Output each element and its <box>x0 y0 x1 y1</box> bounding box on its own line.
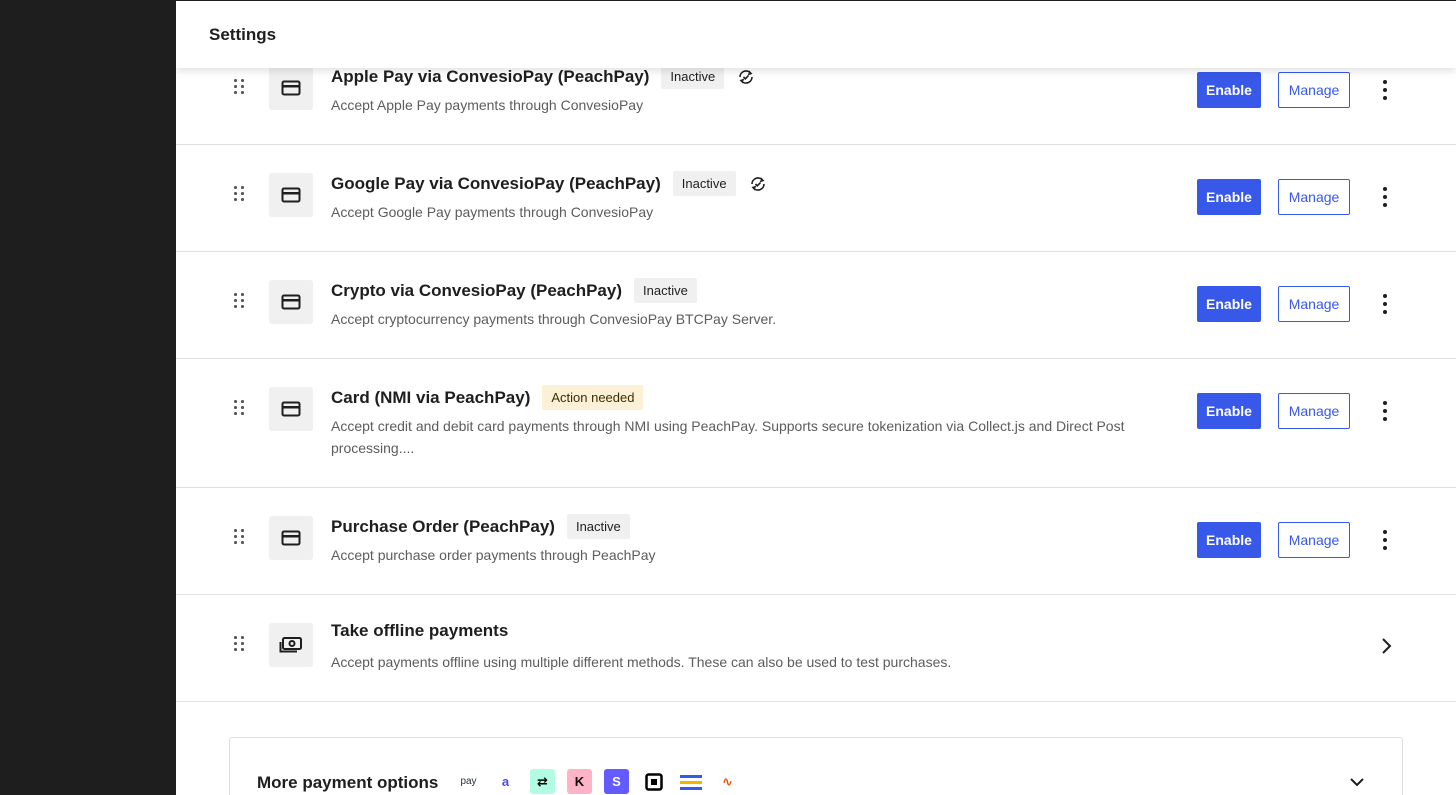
payment-method-description: Accept credit and debit card payments th… <box>331 418 1125 456</box>
settings-header: Settings <box>176 0 1456 68</box>
drag-handle-icon[interactable] <box>234 529 246 545</box>
settings-main: Settings Apple Pay via ConvesioPay (Peac… <box>176 0 1456 795</box>
offline-payments-description: Accept payments offline using multiple d… <box>331 654 952 670</box>
cash-icon <box>269 623 313 667</box>
page-title: Settings <box>209 25 277 44</box>
offline-title-line: Take offline payments <box>331 621 508 641</box>
status-badge: Inactive <box>566 514 630 539</box>
more-actions-icon[interactable] <box>1375 399 1395 423</box>
manage-button[interactable]: Manage <box>1278 522 1350 558</box>
more-actions-icon[interactable] <box>1375 78 1395 102</box>
manage-button[interactable]: Manage <box>1278 179 1350 215</box>
drag-handle-icon[interactable] <box>234 186 246 202</box>
manage-button[interactable]: Manage <box>1278 286 1350 322</box>
payment-method-description: Accept purchase order payments through P… <box>331 547 656 563</box>
more-actions-icon[interactable] <box>1375 185 1395 209</box>
payment-method-title-line: Google Pay via ConvesioPay (PeachPay) Ina… <box>331 171 768 196</box>
more-actions-icon[interactable] <box>1375 528 1395 552</box>
drag-handle-icon[interactable] <box>234 400 246 416</box>
chevron-down-icon[interactable] <box>1347 772 1367 792</box>
payment-method-row: Card (NMI via PeachPay) Action needed Acce… <box>176 359 1456 488</box>
payment-method-title-line: Card (NMI via PeachPay) Action needed <box>331 385 644 410</box>
klarna-logo: K <box>567 769 592 794</box>
payment-method-row: Purchase Order (PeachPay) Inactive Accept … <box>176 488 1456 595</box>
status-badge: Action needed <box>542 385 644 410</box>
manage-button[interactable]: Manage <box>1278 393 1350 429</box>
admin-sidebar <box>0 0 176 795</box>
payment-method-description: Accept cryptocurrency payments through C… <box>331 311 777 327</box>
credit-card-icon <box>269 173 313 217</box>
manage-button[interactable]: Manage <box>1278 72 1350 108</box>
paystack-logo <box>678 769 703 794</box>
payment-method-row: Google Pay via ConvesioPay (PeachPay) Ina… <box>176 145 1456 252</box>
payment-method-title: Apple Pay via ConvesioPay (PeachPay) <box>331 66 650 86</box>
square-logo <box>641 769 666 794</box>
offline-payments-row[interactable]: Take offline payments Accept payments off… <box>176 595 1456 702</box>
sync-icon <box>736 67 756 87</box>
payment-method-title: Google Pay via ConvesioPay (PeachPay) <box>331 173 661 193</box>
enable-button[interactable]: Enable <box>1197 286 1261 322</box>
drag-handle-icon[interactable] <box>234 79 246 95</box>
enable-button[interactable]: Enable <box>1197 393 1261 429</box>
status-badge: Inactive <box>672 171 736 196</box>
amazon-pay-logo: pay <box>456 769 481 794</box>
drag-handle-icon[interactable] <box>234 636 246 652</box>
payment-method-title: Card (NMI via PeachPay) <box>331 387 531 407</box>
payment-method-title-line: Crypto via ConvesioPay (PeachPay) Inactiv… <box>331 278 697 303</box>
sync-icon <box>748 174 768 194</box>
afterpay-logo: ⇄ <box>530 769 555 794</box>
more-payment-options[interactable]: More payment options pay a ⇄ K S ∿ <box>229 737 1403 795</box>
credit-card-icon <box>269 66 313 110</box>
affirm-logo: a <box>493 769 518 794</box>
chevron-right-icon[interactable] <box>1376 636 1396 656</box>
more-payment-options-title: More payment options <box>257 773 439 792</box>
payoneer-logo: ∿ <box>715 769 740 794</box>
payment-provider-logos: pay a ⇄ K S ∿ <box>456 769 740 794</box>
more-actions-icon[interactable] <box>1375 292 1395 316</box>
payment-method-title: Purchase Order (PeachPay) <box>331 516 555 536</box>
credit-card-icon <box>269 280 313 324</box>
enable-button[interactable]: Enable <box>1197 72 1261 108</box>
credit-card-icon <box>269 516 313 560</box>
enable-button[interactable]: Enable <box>1197 522 1261 558</box>
offline-payments-title: Take offline payments <box>331 621 509 640</box>
credit-card-icon <box>269 387 313 431</box>
payment-method-title: Crypto via ConvesioPay (PeachPay) <box>331 280 623 300</box>
drag-handle-icon[interactable] <box>234 293 246 309</box>
payment-method-description: Accept Google Pay payments through Conve… <box>331 204 654 220</box>
status-badge: Inactive <box>634 278 697 303</box>
enable-button[interactable]: Enable <box>1197 179 1261 215</box>
stripe-logo: S <box>604 769 629 794</box>
payment-method-description: Accept Apple Pay payments through Conves… <box>331 97 644 113</box>
payment-methods-list: Apple Pay via ConvesioPay (PeachPay) Inac… <box>176 38 1456 702</box>
payment-method-row: Crypto via ConvesioPay (PeachPay) Inactiv… <box>176 252 1456 359</box>
payment-method-title-line: Purchase Order (PeachPay) Inactive <box>331 514 630 539</box>
